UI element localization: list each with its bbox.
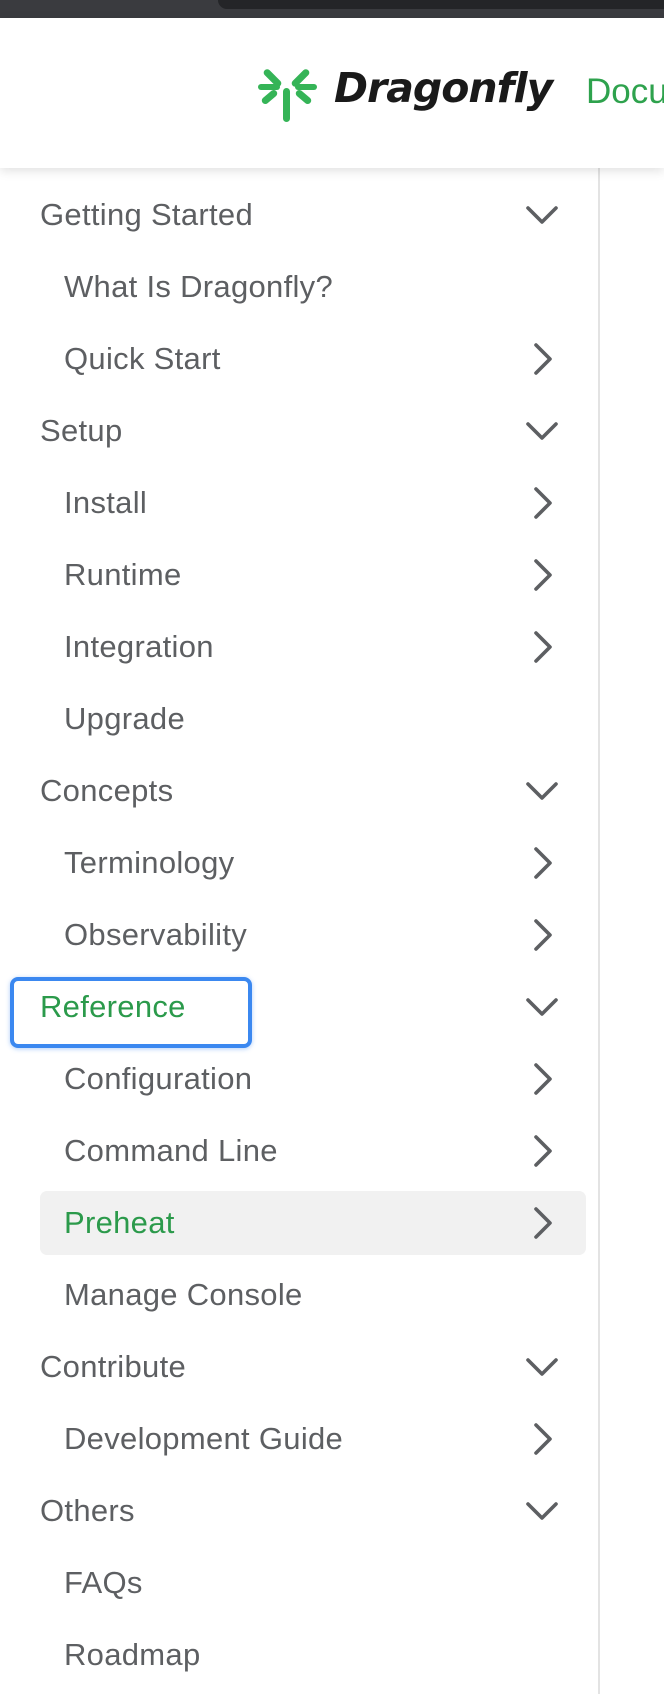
top-navbar: Dragonfly Docu <box>0 18 664 168</box>
sidebar-item-label: Setup <box>40 413 123 448</box>
sidebar-item-command-line[interactable]: Command Line <box>40 1119 586 1183</box>
sidebar-item-observability[interactable]: Observability <box>40 903 586 967</box>
sidebar-item-runtime[interactable]: Runtime <box>40 543 586 607</box>
chevron-right-icon[interactable] <box>520 481 564 525</box>
chevron-right-icon[interactable] <box>520 1417 564 1461</box>
sidebar-item-integration[interactable]: Integration <box>40 615 586 679</box>
browser-top-strip <box>0 0 664 18</box>
sidebar-item-label: Command Line <box>64 1133 278 1168</box>
sidebar-item-contribute[interactable]: Contribute <box>40 1335 586 1399</box>
chevron-down-icon[interactable] <box>520 193 564 237</box>
sidebar-item-getting-started[interactable]: Getting Started <box>40 183 586 247</box>
chevron-right-icon[interactable] <box>520 1129 564 1173</box>
sidebar-item-label: Observability <box>64 917 248 952</box>
chevron-down-icon[interactable] <box>520 1345 564 1389</box>
sidebar-item-label: Upgrade <box>64 701 186 736</box>
nav-link-docs[interactable]: Docu <box>586 72 664 112</box>
sidebar-item-others[interactable]: Others <box>40 1479 586 1543</box>
sidebar-item-label: Integration <box>64 629 214 664</box>
sidebar-item-label: Preheat <box>64 1205 175 1240</box>
chevron-right-icon[interactable] <box>520 913 564 957</box>
sidebar-item-concepts[interactable]: Concepts <box>40 759 586 823</box>
sidebar-item-label: Reference <box>40 989 186 1024</box>
chevron-right-icon[interactable] <box>520 553 564 597</box>
dragonfly-logo-icon[interactable] <box>258 62 318 124</box>
sidebar-item-label: What Is Dragonfly? <box>64 269 334 304</box>
chevron-right-icon[interactable] <box>520 1057 564 1101</box>
sidebar-item-upgrade[interactable]: Upgrade <box>40 687 586 751</box>
sidebar-item-label: Roadmap <box>64 1637 201 1672</box>
sidebar-item-development-guide[interactable]: Development Guide <box>40 1407 586 1471</box>
sidebar-item-configuration[interactable]: Configuration <box>40 1047 586 1111</box>
sidebar-item-label: FAQs <box>64 1565 143 1600</box>
sidebar-item-quick-start[interactable]: Quick Start <box>40 327 586 391</box>
sidebar-item-label: Terminology <box>64 845 235 880</box>
sidebar-item-manage-console[interactable]: Manage Console <box>40 1263 586 1327</box>
chevron-right-icon[interactable] <box>520 625 564 669</box>
sidebar-item-label: Contribute <box>40 1349 187 1384</box>
sidebar-item-label: Runtime <box>64 557 182 592</box>
sidebar-item-label: Concepts <box>40 773 174 808</box>
sidebar-item-roadmap[interactable]: Roadmap <box>40 1623 586 1687</box>
sidebar-item-reference[interactable]: Reference <box>40 975 586 1039</box>
sidebar-item-install[interactable]: Install <box>40 471 586 535</box>
chevron-right-icon[interactable] <box>520 841 564 885</box>
logo-text[interactable]: Dragonfly <box>334 64 553 112</box>
chevron-right-icon[interactable] <box>520 337 564 381</box>
sidebar-item-label: Others <box>40 1493 135 1528</box>
sidebar-item-setup[interactable]: Setup <box>40 399 586 463</box>
chevron-down-icon[interactable] <box>520 1489 564 1533</box>
browser-tab <box>218 0 664 9</box>
docs-sidebar: Getting Started What Is Dragonfly? Quick S… <box>0 168 600 1694</box>
sidebar-item-label: Configuration <box>64 1061 253 1096</box>
chevron-down-icon[interactable] <box>520 985 564 1029</box>
sidebar-item-label: Install <box>64 485 148 520</box>
sidebar-item-faqs[interactable]: FAQs <box>40 1551 586 1615</box>
sidebar-item-label: Getting Started <box>40 197 254 232</box>
sidebar-item-label: Manage Console <box>64 1277 303 1312</box>
sidebar-item-label: Development Guide <box>64 1421 344 1456</box>
sidebar-item-what-is-dragonfly[interactable]: What Is Dragonfly? <box>40 255 586 319</box>
sidebar-item-terminology[interactable]: Terminology <box>40 831 586 895</box>
chevron-down-icon[interactable] <box>520 409 564 453</box>
sidebar-item-label: Quick Start <box>64 341 221 376</box>
chevron-down-icon[interactable] <box>520 769 564 813</box>
chevron-right-icon[interactable] <box>520 1201 564 1245</box>
sidebar-item-preheat[interactable]: Preheat <box>40 1191 586 1255</box>
